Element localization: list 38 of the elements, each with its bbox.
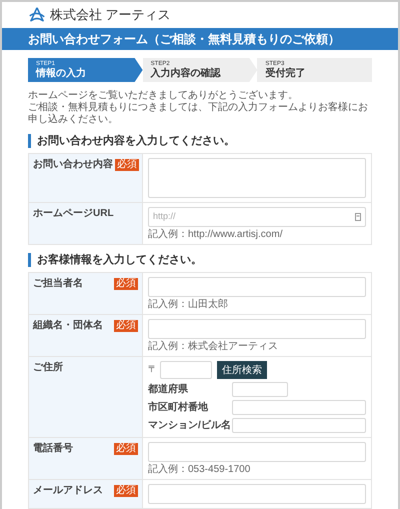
section-heading: お問い合わせ内容を入力してください。 [28, 134, 372, 148]
field-label: お問い合わせ内容 [33, 159, 113, 171]
text-input[interactable] [232, 418, 366, 433]
required-badge: 必須 [114, 278, 138, 290]
text-input[interactable] [232, 382, 288, 397]
required-badge: 必須 [115, 159, 139, 171]
intro-text: ご相談・無料見積もりにつきましては、下記の入力フォームよりお客様にお申し込みください。 [28, 102, 369, 126]
required-badge: 必須 [114, 443, 138, 455]
field-label: ご担当者名 [33, 278, 83, 290]
postal-mark: 〒 [148, 363, 157, 376]
intro-text: ホームページをご覧いただきましてありがとうございます。 [28, 90, 299, 102]
field-label: マンション/ビル名 [148, 418, 232, 433]
field-label: メールアドレス [33, 485, 103, 497]
address-search-button[interactable]: 住所検索 [217, 361, 267, 379]
text-input[interactable] [148, 277, 366, 297]
example-hint: 記入例：http://www.artisj.com/ [148, 229, 284, 240]
field-label: 市区町村番地 [148, 400, 209, 415]
field-label: 電話番号 [33, 443, 73, 455]
text-input[interactable] [148, 484, 366, 504]
page-title-banner: お問い合わせフォーム（ご相談・無料見積もりのご依頼） [2, 28, 398, 50]
required-badge: 必須 [114, 485, 138, 497]
section-heading: お客様情報を入力してください。 [28, 253, 372, 267]
field-label: ご住所 [33, 362, 63, 374]
example-hint: 記入例：053-459-1700 [148, 464, 252, 475]
postal-code-input[interactable] [160, 361, 212, 379]
company-name: 株式会社 アーティス [50, 6, 171, 24]
text-input[interactable] [148, 442, 366, 462]
logo-icon [28, 6, 46, 24]
example-hint: 記入例：山田太郎 [148, 299, 229, 310]
text-input[interactable] [148, 319, 366, 339]
message-textarea[interactable] [148, 158, 366, 198]
text-input[interactable] [232, 400, 366, 415]
field-label: 都道府県 [148, 382, 189, 397]
field-label: ホームページURL [33, 208, 114, 220]
card-icon [355, 213, 361, 221]
example-hint: 記入例：株式会社アーティス [148, 341, 279, 352]
required-badge: 必須 [114, 320, 138, 332]
field-label: 組織名・団体名 [33, 320, 103, 332]
